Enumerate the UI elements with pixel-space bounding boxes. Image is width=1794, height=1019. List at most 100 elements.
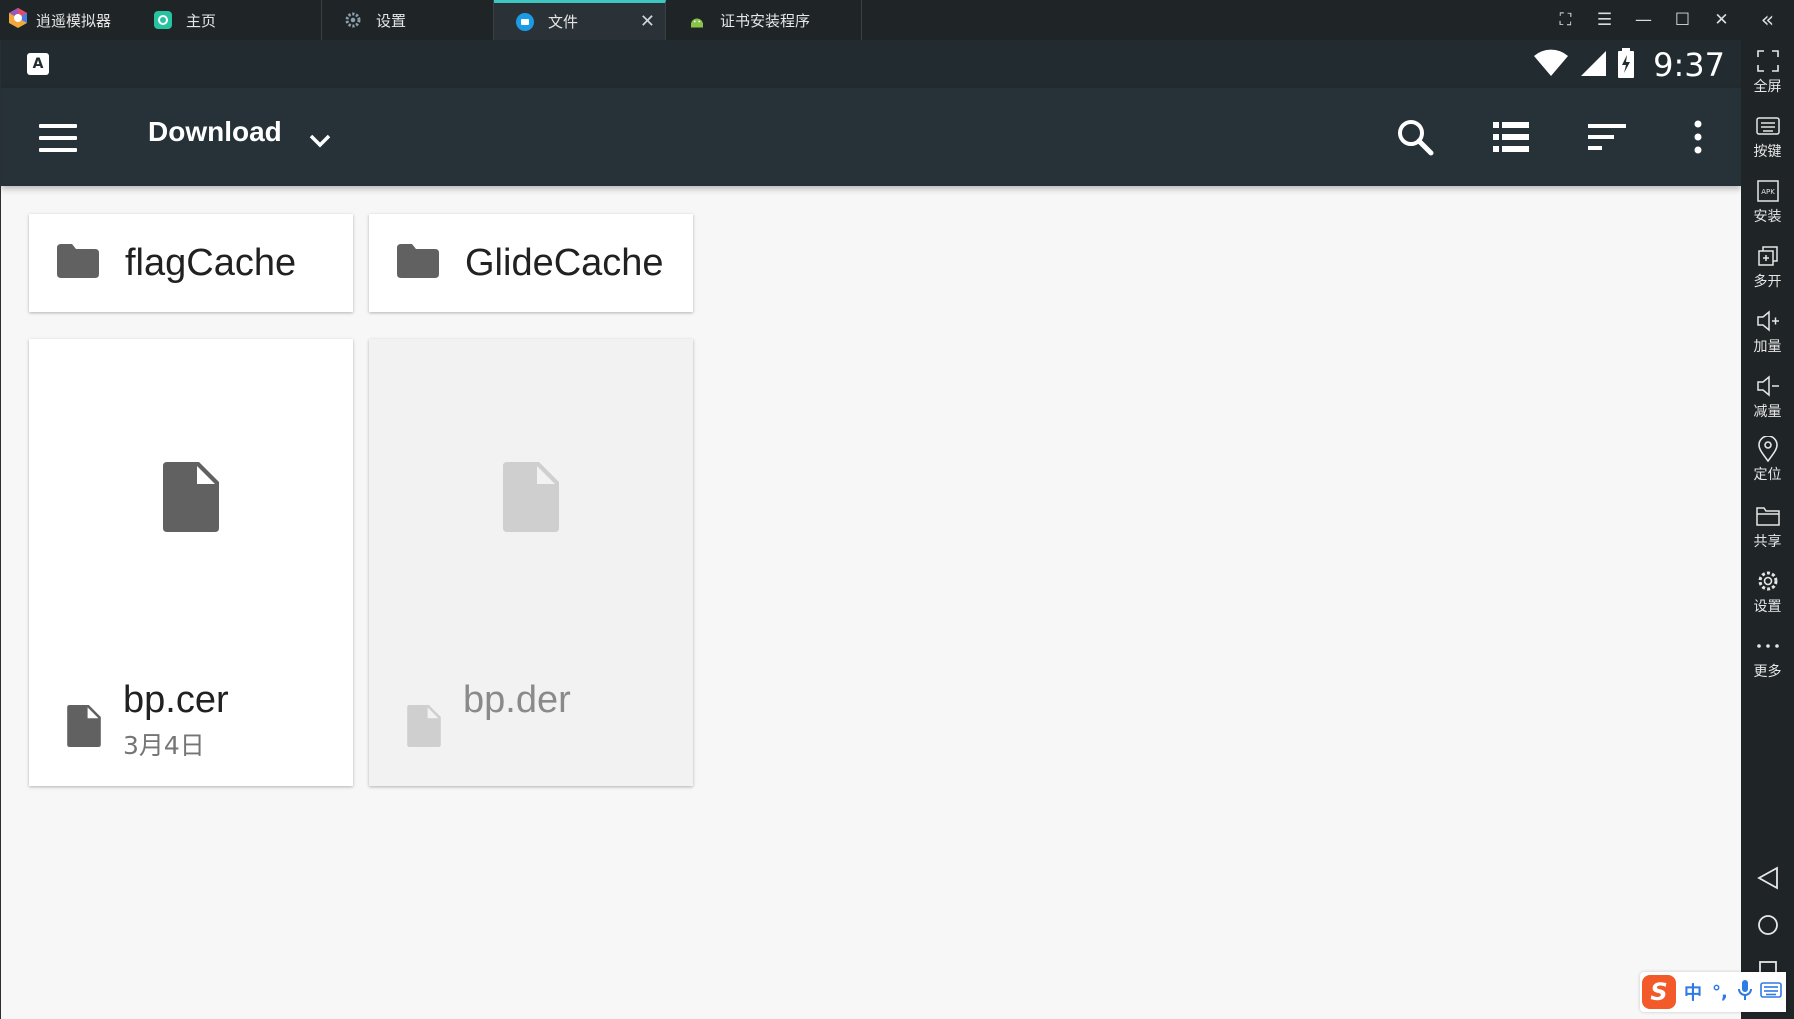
sidebar-share-button[interactable]: 共享 <box>1741 503 1794 551</box>
collapse-sidebar-icon[interactable]: « <box>1741 8 1794 33</box>
sidebar-settings-button[interactable]: 设置 <box>1741 568 1794 616</box>
microphone-icon[interactable] <box>1737 979 1752 1005</box>
file-type-icon <box>407 705 441 751</box>
home-icon <box>154 11 172 29</box>
folder-name: GlideCache <box>465 241 664 284</box>
multi-instance-icon <box>1741 243 1794 269</box>
back-icon[interactable] <box>1741 866 1794 890</box>
file-meta: bp.cer 3月4日 <box>67 679 229 762</box>
sidebar-label: 加量 <box>1753 339 1782 355</box>
sidebar-multi-button[interactable]: 多开 <box>1741 243 1794 291</box>
sort-icon[interactable] <box>1559 124 1655 150</box>
maximize-icon[interactable]: ☐ <box>1663 10 1702 30</box>
file-icon <box>163 462 219 536</box>
tab-label: 设置 <box>376 11 407 30</box>
screenshot-icon[interactable]: ⛶ <box>1546 10 1585 30</box>
tab-home[interactable]: 主页 <box>132 0 322 40</box>
sidebar-more-button[interactable]: 更多 <box>1741 633 1794 681</box>
apk-icon: APK <box>1741 178 1794 204</box>
location-icon <box>1741 436 1794 462</box>
android-icon <box>688 11 706 29</box>
sidebar-label: 定位 <box>1753 467 1782 483</box>
status-time: 9:37 <box>1653 46 1725 84</box>
sidebar-fullscreen-button[interactable]: 全屏 <box>1741 48 1794 96</box>
folder-icon <box>57 244 99 282</box>
folder-name: flagCache <box>125 241 297 284</box>
tab-label: 主页 <box>186 11 217 30</box>
svg-text:APK: APK <box>1761 188 1775 196</box>
chevron-down-icon[interactable] <box>307 114 333 163</box>
keyboard-icon <box>1741 113 1794 139</box>
tab-settings[interactable]: 设置 <box>322 0 494 40</box>
hamburger-menu-icon[interactable] <box>39 124 77 160</box>
app-toolbar: Download <box>1 88 1741 186</box>
list-view-icon[interactable] <box>1463 122 1559 152</box>
fullscreen-icon <box>1741 48 1794 74</box>
emulator-sidebar: 全屏 按键 APK 安装 多开 加量 减量 定位 共享 设置 更多 <box>1741 40 1794 1019</box>
sidebar-label: 设置 <box>1753 599 1782 615</box>
battery-charging-icon <box>1617 48 1635 82</box>
tab-label: 证书安装程序 <box>720 11 811 30</box>
ime-toolbar[interactable]: S 中 °, <box>1640 972 1786 1012</box>
emulator-app-name: 逍遥模拟器 <box>36 11 112 30</box>
sidebar-location-button[interactable]: 定位 <box>1741 436 1794 484</box>
folder-share-icon <box>1741 503 1794 529</box>
emulator-brand: 逍遥模拟器 <box>0 6 132 34</box>
gear-icon <box>344 11 362 29</box>
settings-icon <box>1741 568 1794 594</box>
sidebar-volume-up-button[interactable]: 加量 <box>1741 308 1794 356</box>
home-circle-icon[interactable] <box>1741 914 1794 936</box>
folder-icon <box>397 244 439 282</box>
file-meta: bp.der <box>407 679 571 751</box>
sidebar-label: 共享 <box>1753 534 1782 550</box>
status-bar: A 9:37 <box>1 40 1741 88</box>
signal-icon <box>1579 49 1607 81</box>
tab-cert-installer[interactable]: 证书安装程序 <box>666 0 862 40</box>
notification-a-icon: A <box>27 53 49 75</box>
tab-files[interactable]: 文件 ✕ <box>494 0 666 40</box>
window-controls: ⛶ ☰ — ☐ ✕ « <box>1546 0 1794 40</box>
close-icon[interactable]: ✕ <box>1702 10 1741 30</box>
emulator-tab-bar: 逍遥模拟器 主页 设置 文件 ✕ 证书安装程序 ⛶ ☰ — ☐ ✕ « <box>0 0 1794 40</box>
ime-logo[interactable]: S <box>1642 975 1676 1009</box>
volume-down-icon <box>1741 373 1794 399</box>
tab-label: 文件 <box>548 13 579 31</box>
file-card[interactable]: bp.cer 3月4日 <box>29 339 353 786</box>
more-horiz-icon <box>1741 633 1794 659</box>
tab-close-icon[interactable]: ✕ <box>640 11 655 32</box>
sidebar-label: 多开 <box>1753 274 1782 290</box>
menu-icon[interactable]: ☰ <box>1585 10 1624 30</box>
sidebar-label: 减量 <box>1753 404 1782 420</box>
sidebar-label: 按键 <box>1753 144 1782 160</box>
minimize-icon[interactable]: — <box>1624 10 1663 30</box>
file-name: bp.der <box>463 679 571 721</box>
file-thumbnail <box>369 339 693 659</box>
folder-item[interactable]: flagCache <box>29 214 353 312</box>
wifi-icon <box>1533 49 1569 81</box>
file-name: bp.cer <box>123 679 229 721</box>
ime-punct-indicator[interactable]: °, <box>1712 982 1728 1003</box>
folder-title[interactable]: Download <box>148 116 282 148</box>
file-date: 3月4日 <box>123 731 205 760</box>
sidebar-label: 全屏 <box>1753 79 1782 95</box>
file-icon <box>503 462 559 536</box>
ime-mode-indicator[interactable]: 中 <box>1684 979 1702 1005</box>
file-card[interactable]: bp.der <box>369 339 693 786</box>
search-icon[interactable] <box>1367 118 1463 156</box>
sidebar-keys-button[interactable]: 按键 <box>1741 113 1794 161</box>
emulator-logo-icon <box>6 6 30 34</box>
toolbar-actions <box>1367 88 1741 186</box>
more-vert-icon[interactable] <box>1655 120 1741 154</box>
volume-up-icon <box>1741 308 1794 334</box>
file-type-icon <box>67 705 101 762</box>
ime-keyboard-icon[interactable] <box>1760 982 1782 1002</box>
file-thumbnail <box>29 339 353 659</box>
folder-item[interactable]: GlideCache <box>369 214 693 312</box>
sidebar-label: 更多 <box>1753 664 1782 680</box>
android-screen: A 9:37 Download flagCache GlideCache bp.… <box>1 40 1741 1019</box>
sidebar-volume-down-button[interactable]: 减量 <box>1741 373 1794 421</box>
sidebar-install-button[interactable]: APK 安装 <box>1741 178 1794 226</box>
sidebar-label: 安装 <box>1753 209 1782 225</box>
status-icons: 9:37 <box>1533 46 1725 84</box>
files-icon <box>516 12 534 31</box>
